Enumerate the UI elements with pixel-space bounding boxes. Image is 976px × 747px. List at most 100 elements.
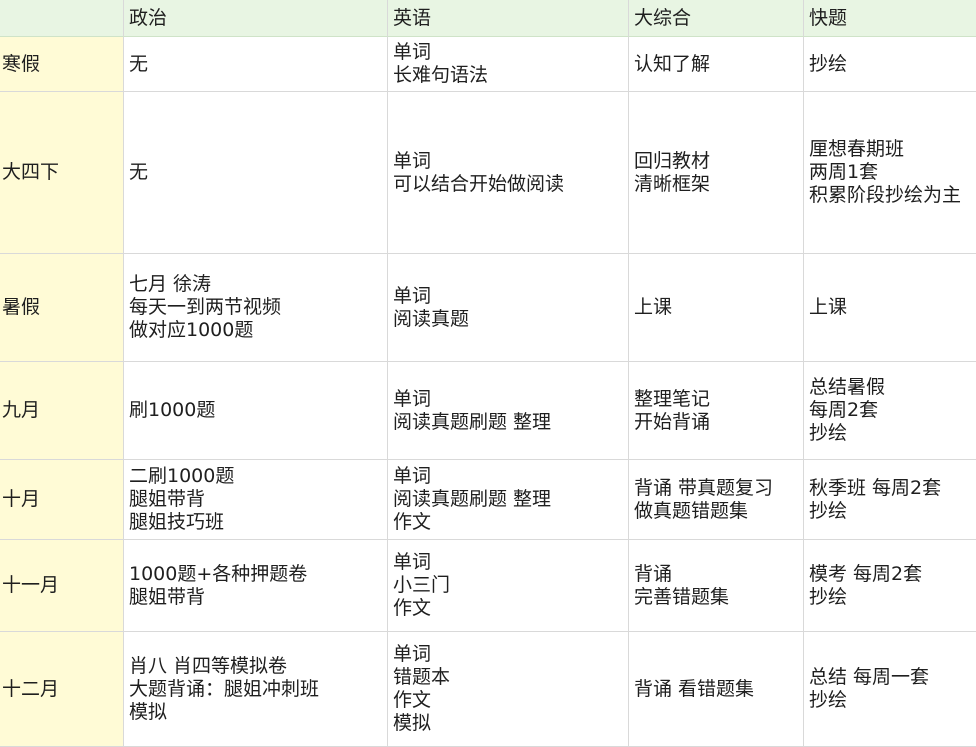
cell-text-line: 单词 <box>393 643 432 665</box>
cell-text-line: 做对应1000题 <box>129 319 254 341</box>
cell-text-line: 刷1000题 <box>129 399 216 421</box>
table-cell-comprehensive[interactable]: 上课 <box>629 254 804 362</box>
cell-text-line: 无 <box>129 161 149 183</box>
cell-text-line: 单词 <box>393 149 432 172</box>
cell-text-line: 回归教材 <box>634 149 711 172</box>
table-cell-comprehensive[interactable]: 整理笔记 开始背诵 <box>629 362 804 460</box>
table-cell-english[interactable]: 单词 可以结合开始做阅读 <box>388 92 629 254</box>
table-cell-quick-design[interactable]: 总结暑假 每周2套 抄绘 <box>804 362 976 460</box>
table-cell-comprehensive[interactable]: 背诵 完善错题集 <box>629 540 804 632</box>
table-cell-politics[interactable]: 无 <box>124 92 388 254</box>
cell-text-line: 腿姐带背 <box>129 585 206 608</box>
table-cell-quick-design[interactable]: 上课 <box>804 254 976 362</box>
row-header-text: 十一月 <box>2 574 60 596</box>
table-cell-english[interactable]: 单词 阅读真题 <box>388 254 629 362</box>
cell-text-line: 抄绘 <box>809 499 848 522</box>
cell-text-line: 腿姐带背 <box>129 488 206 510</box>
table-cell-comprehensive[interactable]: 背诵 带真题复习 做真题错题集 <box>629 460 804 540</box>
table-cell-comprehensive[interactable]: 回归教材 清晰框架 <box>629 92 804 254</box>
row-header[interactable]: 大四下 <box>0 92 124 254</box>
cell-text-line: 七月 徐涛 <box>129 273 212 295</box>
cell-text-line: 整理笔记 <box>634 387 711 410</box>
row-header[interactable]: 十二月 <box>0 632 124 747</box>
cell-text-line: 秋季班 每周2套 <box>809 476 942 499</box>
cell-text-line: 完善错题集 <box>634 585 730 608</box>
row-header-text: 十二月 <box>2 677 60 700</box>
cell-text-line: 单词 <box>393 41 432 63</box>
table-cell-politics[interactable]: 无 <box>124 37 388 92</box>
cell-text-line: 认知了解 <box>634 52 711 75</box>
row-header-text: 暑假 <box>2 296 41 318</box>
cell-text-line: 背诵 看错题集 <box>634 677 755 700</box>
column-header-politics[interactable]: 政治 <box>124 0 388 37</box>
row-header[interactable]: 寒假 <box>0 37 124 92</box>
cell-text-line: 抄绘 <box>809 689 848 711</box>
cell-text-line: 错题本 <box>393 666 451 688</box>
cell-text-line: 二刷1000题 <box>129 465 235 487</box>
table-cell-quick-design[interactable]: 厘想春期班 两周1套 积累阶段抄绘为主 <box>804 92 976 254</box>
cell-text-line: 厘想春期班 <box>809 138 905 160</box>
table-cell-english[interactable]: 单词 小三门 作文 <box>388 540 629 632</box>
table-cell-quick-design[interactable]: 总结 每周一套 抄绘 <box>804 632 976 747</box>
cell-text-line: 抄绘 <box>809 585 848 608</box>
cell-text-line: 做真题错题集 <box>634 499 749 522</box>
cell-text-line: 1000题+各种押题卷 <box>129 562 308 585</box>
table-cell-quick-design[interactable]: 秋季班 每周2套 抄绘 <box>804 460 976 540</box>
cell-text-line: 大题背诵：腿姐冲刺班 <box>129 677 320 700</box>
cell-text-line: 两周1套 <box>809 161 879 183</box>
cell-text-line: 总结暑假 <box>809 376 886 398</box>
study-plan-table: 政治 英语 大综合 快题 寒假无单词 长难句语法 认知了解 抄绘 大四下无单词 可以结合开始做阅读… <box>0 0 976 747</box>
cell-text-line: 每天一到两节视频 <box>129 296 282 318</box>
row-header-text: 大四下 <box>2 161 60 183</box>
table-cell-quick-design[interactable]: 抄绘 <box>804 37 976 92</box>
row-header[interactable]: 十月 <box>0 460 124 540</box>
column-header-comprehensive[interactable]: 大综合 <box>629 0 804 37</box>
cell-text-line: 清晰框架 <box>634 172 711 195</box>
cell-text-line: 抄绘 <box>809 52 848 75</box>
cell-text-line: 模拟 <box>129 700 168 723</box>
cell-text-line: 模拟 <box>393 712 432 734</box>
cell-text-line: 上课 <box>634 296 673 318</box>
table-cell-politics[interactable]: 七月 徐涛 每天一到两节视频 做对应1000题 <box>124 254 388 362</box>
cell-text-line: 背诵 带真题复习 <box>634 476 774 499</box>
column-header-corner[interactable] <box>0 0 124 37</box>
column-header-english[interactable]: 英语 <box>388 0 629 37</box>
cell-text-line: 肖八 肖四等模拟卷 <box>129 654 288 677</box>
table-cell-english[interactable]: 单词 错题本 作文 模拟 <box>388 632 629 747</box>
table-cell-english[interactable]: 单词 长难句语法 <box>388 37 629 92</box>
cell-text-line: 积累阶段抄绘为主 <box>809 184 962 206</box>
cell-text-line: 腿姐技巧班 <box>129 511 225 533</box>
cell-text-line: 作文 <box>393 511 432 533</box>
cell-text-line: 每周2套 <box>809 399 879 421</box>
table-cell-politics[interactable]: 1000题+各种押题卷 腿姐带背 <box>124 540 388 632</box>
cell-text-line: 总结 每周一套 <box>809 666 930 688</box>
cell-text-line: 作文 <box>393 597 432 619</box>
cell-text-line: 阅读真题刷题 整理 <box>393 410 552 433</box>
cell-text-line: 模考 每周2套 <box>809 562 923 585</box>
column-header-text: 英语 <box>393 6 432 29</box>
column-header-quick-design[interactable]: 快题 <box>804 0 976 37</box>
cell-text-line: 单词 <box>393 387 432 410</box>
row-header-text: 九月 <box>2 399 41 421</box>
cell-text-line: 上课 <box>809 296 848 318</box>
table-cell-politics[interactable]: 肖八 肖四等模拟卷 大题背诵：腿姐冲刺班 模拟 <box>124 632 388 747</box>
cell-text-line: 单词 <box>393 284 432 307</box>
cell-text-line: 开始背诵 <box>634 410 711 433</box>
table-cell-quick-design[interactable]: 模考 每周2套 抄绘 <box>804 540 976 632</box>
cell-text-line: 无 <box>129 52 149 75</box>
table-cell-english[interactable]: 单词 阅读真题刷题 整理 <box>388 362 629 460</box>
table-cell-politics[interactable]: 二刷1000题 腿姐带背 腿姐技巧班 <box>124 460 388 540</box>
cell-text-line: 单词 <box>393 551 432 573</box>
row-header[interactable]: 十一月 <box>0 540 124 632</box>
row-header[interactable]: 暑假 <box>0 254 124 362</box>
cell-text-line: 小三门 <box>393 574 451 596</box>
table-cell-english[interactable]: 单词 阅读真题刷题 整理 作文 <box>388 460 629 540</box>
column-header-text: 政治 <box>129 6 168 29</box>
table-cell-comprehensive[interactable]: 认知了解 <box>629 37 804 92</box>
row-header-text: 十月 <box>2 488 41 510</box>
table-cell-comprehensive[interactable]: 背诵 看错题集 <box>629 632 804 747</box>
cell-text-line: 可以结合开始做阅读 <box>393 172 565 195</box>
table-cell-politics[interactable]: 刷1000题 <box>124 362 388 460</box>
cell-text-line: 背诵 <box>634 562 673 585</box>
row-header[interactable]: 九月 <box>0 362 124 460</box>
